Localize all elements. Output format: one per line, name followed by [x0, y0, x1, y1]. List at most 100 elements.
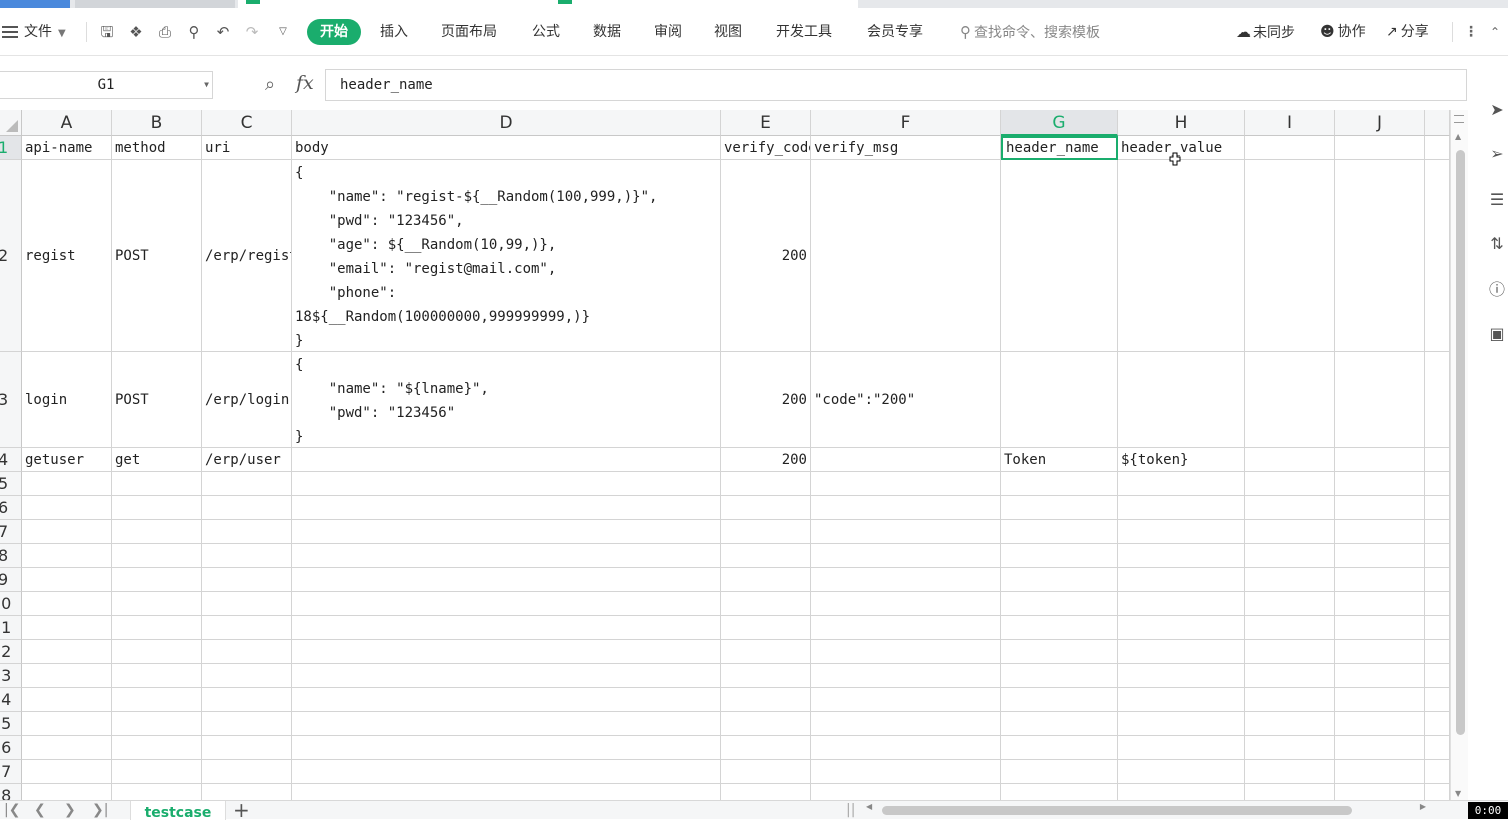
cell-h18[interactable] — [1118, 784, 1245, 800]
cell-j10[interactable] — [1335, 592, 1425, 616]
cell-c2[interactable]: /erp/regist — [202, 160, 292, 352]
cell-d11[interactable] — [292, 616, 721, 640]
cell-c8[interactable] — [202, 544, 292, 568]
row-header-9[interactable]: 9 — [0, 568, 22, 592]
column-header-f[interactable]: F — [811, 110, 1001, 136]
cell-c1[interactable]: uri — [202, 136, 292, 160]
cell-j7[interactable] — [1335, 520, 1425, 544]
column-header-g[interactable]: G — [1001, 110, 1118, 136]
cell-j4[interactable] — [1335, 448, 1425, 472]
cell-c7[interactable] — [202, 520, 292, 544]
row-header-8[interactable]: 8 — [0, 544, 22, 568]
cell-d17[interactable] — [292, 760, 721, 784]
cell-e5[interactable] — [721, 472, 811, 496]
cell-h15[interactable] — [1118, 712, 1245, 736]
cell-a10[interactable] — [22, 592, 112, 616]
share-button[interactable]: ↗ 分享 — [1386, 19, 1429, 45]
cell-c9[interactable] — [202, 568, 292, 592]
cell-f15[interactable] — [811, 712, 1001, 736]
cell-g18[interactable] — [1001, 784, 1118, 800]
cell-d8[interactable] — [292, 544, 721, 568]
row-header-10[interactable]: 10 — [0, 592, 22, 616]
cell-k15[interactable] — [1425, 712, 1450, 736]
cell-k11[interactable] — [1425, 616, 1450, 640]
cell-g14[interactable] — [1001, 688, 1118, 712]
cell-d5[interactable] — [292, 472, 721, 496]
row-header-14[interactable]: 14 — [0, 688, 22, 712]
collaborate-button[interactable]: ☻ 协作 — [1320, 19, 1366, 45]
cell-b16[interactable] — [112, 736, 202, 760]
cell-h10[interactable] — [1118, 592, 1245, 616]
column-header-e[interactable]: E — [721, 110, 811, 136]
cell-g3[interactable] — [1001, 352, 1118, 448]
cell-d3[interactable]: { "name": "${lname}", "pwd": "123456" } — [292, 352, 721, 448]
format-painter-icon[interactable]: ❖ — [127, 23, 145, 41]
cell-d13[interactable] — [292, 664, 721, 688]
cell-b2[interactable]: POST — [112, 160, 202, 352]
column-header-a[interactable]: A — [22, 110, 112, 136]
cell-c3[interactable]: /erp/login — [202, 352, 292, 448]
cell-h12[interactable] — [1118, 640, 1245, 664]
cell-b17[interactable] — [112, 760, 202, 784]
cell-g7[interactable] — [1001, 520, 1118, 544]
first-sheet-icon[interactable]: |❮ — [4, 801, 20, 820]
cell-j17[interactable] — [1335, 760, 1425, 784]
row-header-18[interactable]: 18 — [0, 784, 22, 800]
cell-b1[interactable]: method — [112, 136, 202, 160]
cell-j9[interactable] — [1335, 568, 1425, 592]
image-icon[interactable]: ▣ — [1487, 324, 1507, 344]
undo-icon[interactable]: ↶ — [214, 23, 232, 41]
cell-d2[interactable]: { "name": "regist-${__Random(100,999,)}"… — [292, 160, 721, 352]
cell-b9[interactable] — [112, 568, 202, 592]
horizontal-scrollbar[interactable]: ◀ ▶ — [866, 802, 1426, 816]
cell-j13[interactable] — [1335, 664, 1425, 688]
cell-i10[interactable] — [1245, 592, 1335, 616]
cell-i5[interactable] — [1245, 472, 1335, 496]
split-handle[interactable]: || — [846, 801, 855, 820]
cell-k16[interactable] — [1425, 736, 1450, 760]
cell-k14[interactable] — [1425, 688, 1450, 712]
cell-k17[interactable] — [1425, 760, 1450, 784]
cell-e2[interactable]: 200 — [721, 160, 811, 352]
cell-g10[interactable] — [1001, 592, 1118, 616]
cell-d14[interactable] — [292, 688, 721, 712]
cell-d9[interactable] — [292, 568, 721, 592]
cell-g12[interactable] — [1001, 640, 1118, 664]
cell-b11[interactable] — [112, 616, 202, 640]
cell-b15[interactable] — [112, 712, 202, 736]
cell-i17[interactable] — [1245, 760, 1335, 784]
scroll-right-icon[interactable]: ▶ — [1420, 802, 1426, 811]
cell-j14[interactable] — [1335, 688, 1425, 712]
sliders-icon[interactable]: ☰ — [1487, 190, 1507, 210]
column-header-d[interactable]: D — [292, 110, 721, 136]
spreadsheet-grid[interactable]: ABCDEFGHIJ123456789101112131415161718api… — [0, 110, 1450, 800]
formula-input[interactable]: header_name — [325, 69, 1467, 101]
cell-a9[interactable] — [22, 568, 112, 592]
cell-i18[interactable] — [1245, 784, 1335, 800]
cell-i4[interactable] — [1245, 448, 1335, 472]
cell-c13[interactable] — [202, 664, 292, 688]
cell-c15[interactable] — [202, 712, 292, 736]
cell-j5[interactable] — [1335, 472, 1425, 496]
vertical-scrollbar[interactable]: ▲ ▼ — [1450, 110, 1468, 800]
cell-h14[interactable] — [1118, 688, 1245, 712]
cell-f10[interactable] — [811, 592, 1001, 616]
add-sheet-button[interactable]: + — [233, 798, 250, 822]
cell-g1[interactable]: header_name — [1001, 136, 1118, 160]
cell-i9[interactable] — [1245, 568, 1335, 592]
chevron-down-icon[interactable]: ▼ — [204, 72, 209, 98]
split-handle[interactable] — [1454, 115, 1464, 123]
cell-k10[interactable] — [1425, 592, 1450, 616]
cell-e8[interactable] — [721, 544, 811, 568]
cell-g13[interactable] — [1001, 664, 1118, 688]
cell-b3[interactable]: POST — [112, 352, 202, 448]
window-tab[interactable] — [862, 0, 1508, 8]
cell-i2[interactable] — [1245, 160, 1335, 352]
cell-j1[interactable] — [1335, 136, 1425, 160]
cell-g16[interactable] — [1001, 736, 1118, 760]
more-options-icon[interactable]: ⋮ — [1464, 19, 1478, 45]
column-header-h[interactable]: H — [1118, 110, 1245, 136]
cell-f12[interactable] — [811, 640, 1001, 664]
cell-h8[interactable] — [1118, 544, 1245, 568]
cell-b14[interactable] — [112, 688, 202, 712]
